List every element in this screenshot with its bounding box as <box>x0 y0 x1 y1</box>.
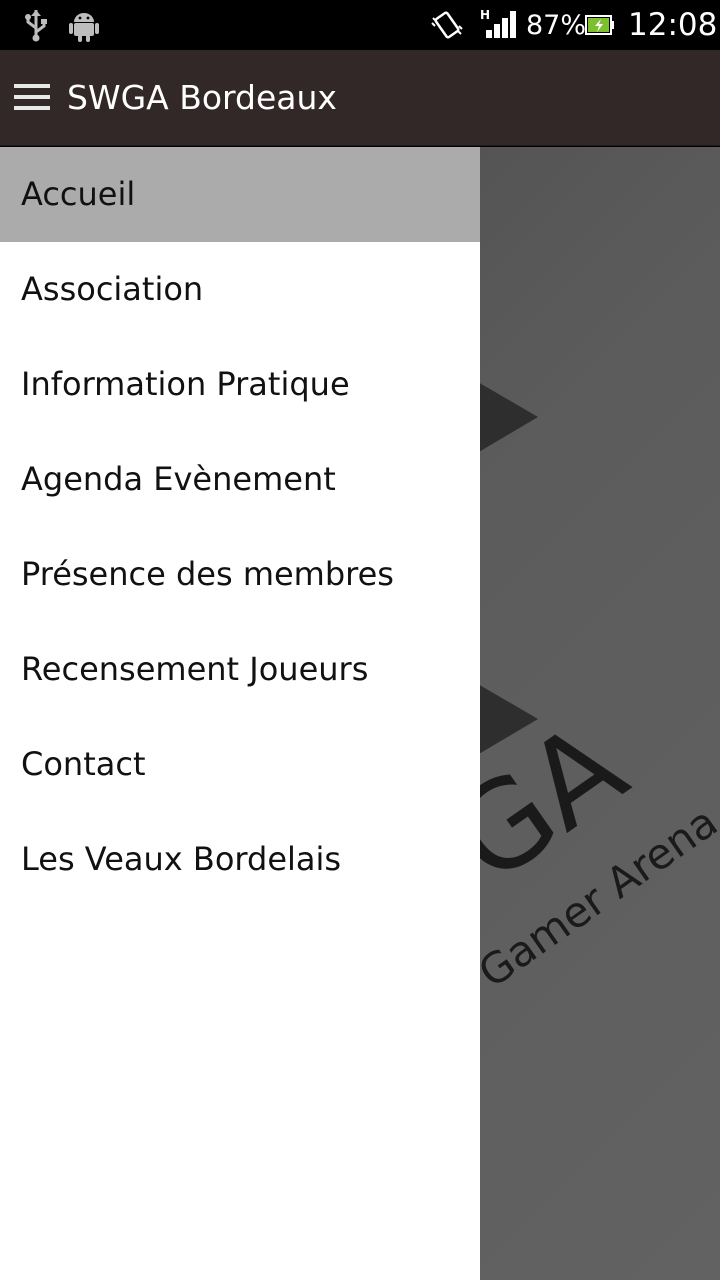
vibrate-icon <box>430 0 464 50</box>
drawer-item-recensement-joueurs[interactable]: Recensement Joueurs <box>0 622 480 717</box>
drawer-item-accueil[interactable]: Accueil <box>0 147 480 242</box>
clock: 12:08 <box>628 7 718 43</box>
drawer-item-information-pratique[interactable]: Information Pratique <box>0 337 480 432</box>
navigation-drawer: Accueil Association Information Pratique… <box>0 147 480 1280</box>
drawer-item-agenda-evenement[interactable]: Agenda Evènement <box>0 432 480 527</box>
status-bar: H 87% 12:08 <box>0 0 720 50</box>
signal-icon: H <box>480 0 520 50</box>
usb-icon <box>22 0 50 50</box>
battery-icon <box>585 0 615 50</box>
android-icon <box>68 0 100 50</box>
app-title: SWGA Bordeaux <box>67 78 337 117</box>
battery-percent: 87% <box>526 9 587 41</box>
menu-icon[interactable] <box>14 84 50 112</box>
drawer-item-association[interactable]: Association <box>0 242 480 337</box>
network-type-label: H <box>480 8 490 22</box>
drawer-item-contact[interactable]: Contact <box>0 717 480 812</box>
screen: H 87% 12:08 SWGA Bordeaux GA Gamer Arena… <box>0 0 720 1280</box>
action-bar: SWGA Bordeaux <box>0 50 720 146</box>
drawer-item-les-veaux-bordelais[interactable]: Les Veaux Bordelais <box>0 812 480 907</box>
drawer-item-presence-des-membres[interactable]: Présence des membres <box>0 527 480 622</box>
